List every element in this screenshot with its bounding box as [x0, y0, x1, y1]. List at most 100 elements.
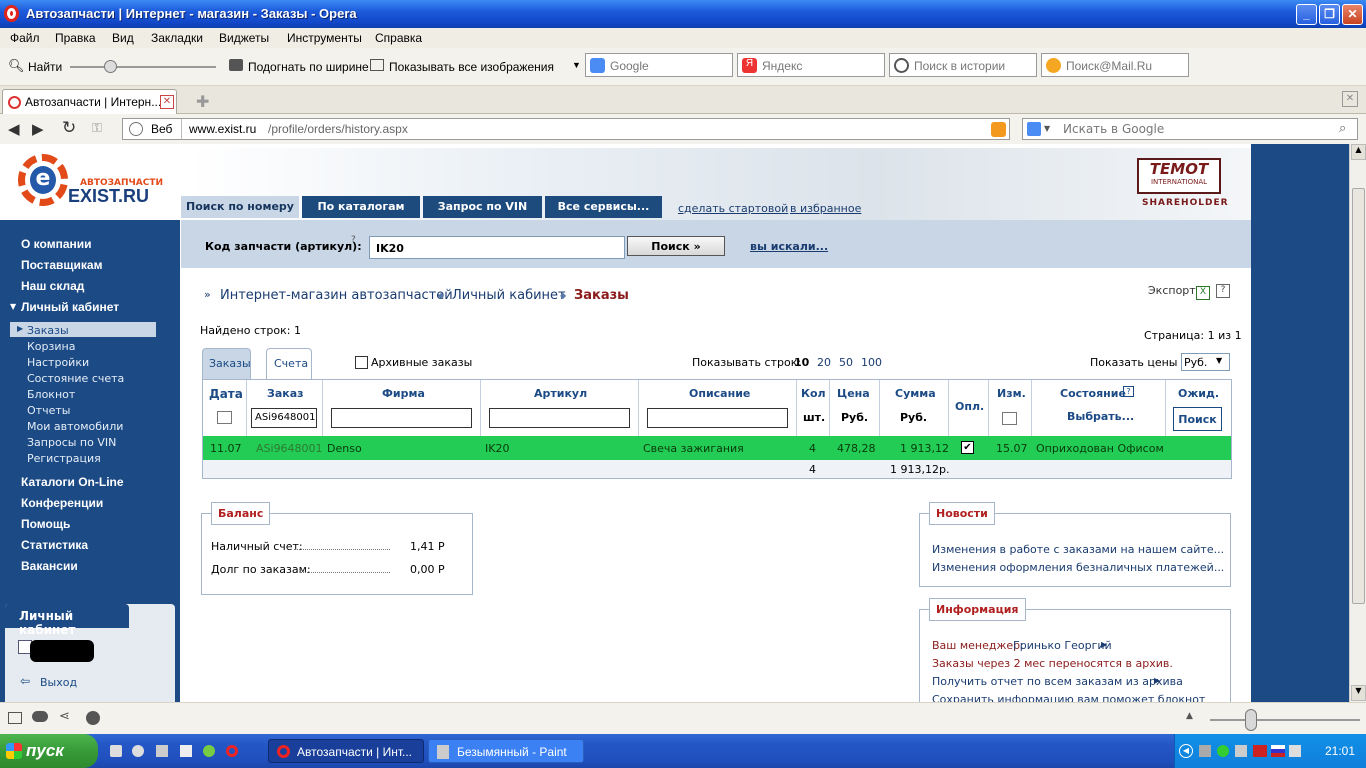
menu-edit[interactable]: Правка	[55, 31, 96, 45]
export-link[interactable]: Экспорт	[1148, 284, 1196, 297]
logout-icon[interactable]: ⇦	[20, 674, 30, 688]
col-sum[interactable]: Сумма	[895, 387, 936, 400]
col-state[interactable]: Состояние	[1060, 387, 1126, 400]
zoom-slider-thumb[interactable]	[104, 60, 117, 73]
breadcrumb-shop[interactable]: Интернет-магазин автозапчастей	[220, 288, 453, 303]
col-order[interactable]: Заказ	[267, 387, 304, 400]
google-search-field[interactable]: Google	[585, 53, 733, 77]
chevron-left-icon[interactable]: ◀	[1179, 744, 1193, 758]
dropdown-arrow-icon[interactable]: ▼	[572, 60, 581, 70]
back-icon[interactable]: ◀	[8, 120, 20, 138]
you-searched-link[interactable]: вы искали...	[750, 240, 828, 253]
menu-tools[interactable]: Инструменты	[287, 31, 362, 45]
cloud-icon[interactable]	[32, 711, 48, 722]
tab-catalogs[interactable]: По каталогам	[302, 196, 420, 218]
start-button[interactable]: пуск	[0, 734, 98, 768]
sidebar-item-vacancies[interactable]: Вакансии	[21, 559, 78, 573]
sidebar-sub-reports[interactable]: Отчеты	[27, 404, 70, 417]
calendar-icon[interactable]	[1002, 412, 1017, 425]
dropdown-arrow-icon[interactable]: ▼	[1044, 124, 1050, 133]
scroll-up-icon[interactable]: ▲	[1351, 144, 1366, 160]
tab-vin-request[interactable]: Запрос по VIN	[423, 196, 542, 218]
filter-article-input[interactable]	[489, 408, 630, 428]
reload-icon[interactable]: ↻	[62, 118, 76, 138]
history-search-field[interactable]: Поиск в истории	[889, 53, 1037, 77]
taskbar-item-paint[interactable]: Безымянный - Paint	[428, 739, 584, 763]
help-icon[interactable]: ?	[351, 235, 356, 245]
currency-select[interactable]: Руб. ▼	[1181, 353, 1230, 371]
sidebar-item-statistics[interactable]: Статистика	[21, 538, 88, 552]
zoom-thumb[interactable]	[1245, 709, 1257, 731]
sidebar-item-cabinet[interactable]: Личный кабинет	[21, 300, 119, 314]
opera-icon[interactable]	[226, 745, 238, 757]
fit-width-button[interactable]: Подогнать по ширине	[248, 60, 369, 74]
col-changed[interactable]: Изм.	[997, 387, 1026, 400]
volume-icon[interactable]	[1289, 745, 1301, 757]
col-article[interactable]: Артикул	[534, 387, 587, 400]
rss-icon[interactable]	[991, 122, 1006, 137]
logo-text[interactable]: EXIST.RU	[68, 186, 149, 207]
minimize-button[interactable]: _	[1296, 4, 1317, 25]
col-price[interactable]: Цена	[837, 387, 870, 400]
quicklaunch-icon[interactable]	[203, 745, 215, 757]
tray-icon[interactable]	[1199, 745, 1211, 757]
help-icon[interactable]: ?	[1216, 284, 1230, 298]
report-link[interactable]: Получить отчет по всем заказам из архива	[932, 675, 1183, 688]
sidebar-item-warehouse[interactable]: Наш склад	[21, 279, 84, 293]
scroll-thumb[interactable]	[1352, 188, 1365, 604]
menu-help[interactable]: Справка	[375, 31, 422, 45]
col-description[interactable]: Описание	[689, 387, 750, 400]
share-icon[interactable]: ⋖	[59, 709, 70, 724]
part-number-input[interactable]: IK20	[369, 236, 625, 259]
cell-order[interactable]: ASi9648001	[256, 442, 323, 455]
paid-checkbox[interactable]: ✔	[961, 441, 974, 454]
quicklaunch-icon[interactable]	[180, 745, 192, 757]
speed-dial-icon[interactable]	[86, 711, 100, 725]
rows-option-10[interactable]: 10	[794, 356, 809, 369]
breadcrumb-cabinet[interactable]: Личный кабинет	[452, 288, 566, 303]
scroll-down-icon[interactable]: ▼	[1351, 685, 1366, 701]
logout-link[interactable]: Выход	[40, 676, 77, 689]
subtab-orders[interactable]: Заказы	[202, 348, 251, 380]
sidebar-item-suppliers[interactable]: Поставщикам	[21, 258, 102, 272]
news-item[interactable]: Изменения в работе с заказами на нашем с…	[932, 543, 1224, 556]
quicklaunch-icon[interactable]	[132, 745, 144, 757]
menu-view[interactable]: Вид	[112, 31, 134, 45]
subtab-invoices[interactable]: Счета	[266, 348, 312, 380]
quicklaunch-icon[interactable]	[110, 745, 122, 757]
state-select-link[interactable]: Выбрать...	[1067, 410, 1134, 423]
quicklaunch-icon[interactable]	[156, 745, 168, 757]
zoom-track[interactable]	[1210, 719, 1360, 721]
address-field[interactable]: Веб www.exist.ru /profile/orders/history…	[122, 118, 1010, 140]
menu-bookmarks[interactable]: Закладки	[151, 31, 203, 45]
tray-icon[interactable]	[1217, 745, 1229, 757]
col-firm[interactable]: Фирма	[382, 387, 425, 400]
maximize-button[interactable]: ❐	[1319, 4, 1340, 25]
panel-icon[interactable]	[8, 712, 22, 724]
filter-firm-input[interactable]	[331, 408, 472, 428]
sidebar-item-catalogs-online[interactable]: Каталоги On-Line	[21, 475, 124, 489]
rows-option-20[interactable]: 20	[817, 356, 831, 369]
favorites-link[interactable]: в избранное	[790, 202, 861, 215]
mailru-search-field[interactable]: Поиск@Mail.Ru	[1041, 53, 1189, 77]
calendar-icon[interactable]	[217, 411, 232, 424]
sidebar-sub-orders[interactable]: Заказы	[27, 324, 69, 337]
google-search-box[interactable]: ▼ Искать в Google ⌕	[1022, 118, 1358, 140]
tab-active[interactable]: Автозапчасти | Интерн... ✕	[2, 89, 177, 114]
zoom-slider[interactable]	[70, 66, 216, 68]
search-button[interactable]: Поиск »	[627, 236, 725, 256]
state-help-icon[interactable]: ?	[1123, 386, 1134, 397]
rows-option-100[interactable]: 100	[861, 356, 882, 369]
sidebar-item-conferences[interactable]: Конференции	[21, 496, 103, 510]
col-paid[interactable]: Опл.	[955, 400, 984, 413]
filter-description-input[interactable]	[647, 408, 788, 428]
rows-option-50[interactable]: 50	[839, 356, 853, 369]
sidebar-sub-vin-requests[interactable]: Запросы по VIN	[27, 436, 116, 449]
excel-icon[interactable]: X	[1196, 286, 1210, 300]
tray-icon[interactable]	[1235, 745, 1247, 757]
forward-icon[interactable]: ▶	[32, 120, 44, 138]
yandex-search-field[interactable]: Я Яндекс	[737, 53, 885, 77]
sidebar-sub-notebook[interactable]: Блокнот	[27, 388, 75, 401]
sidebar-sub-my-cars[interactable]: Мои автомобили	[27, 420, 123, 433]
make-start-link[interactable]: сделать стартовой	[678, 202, 788, 215]
